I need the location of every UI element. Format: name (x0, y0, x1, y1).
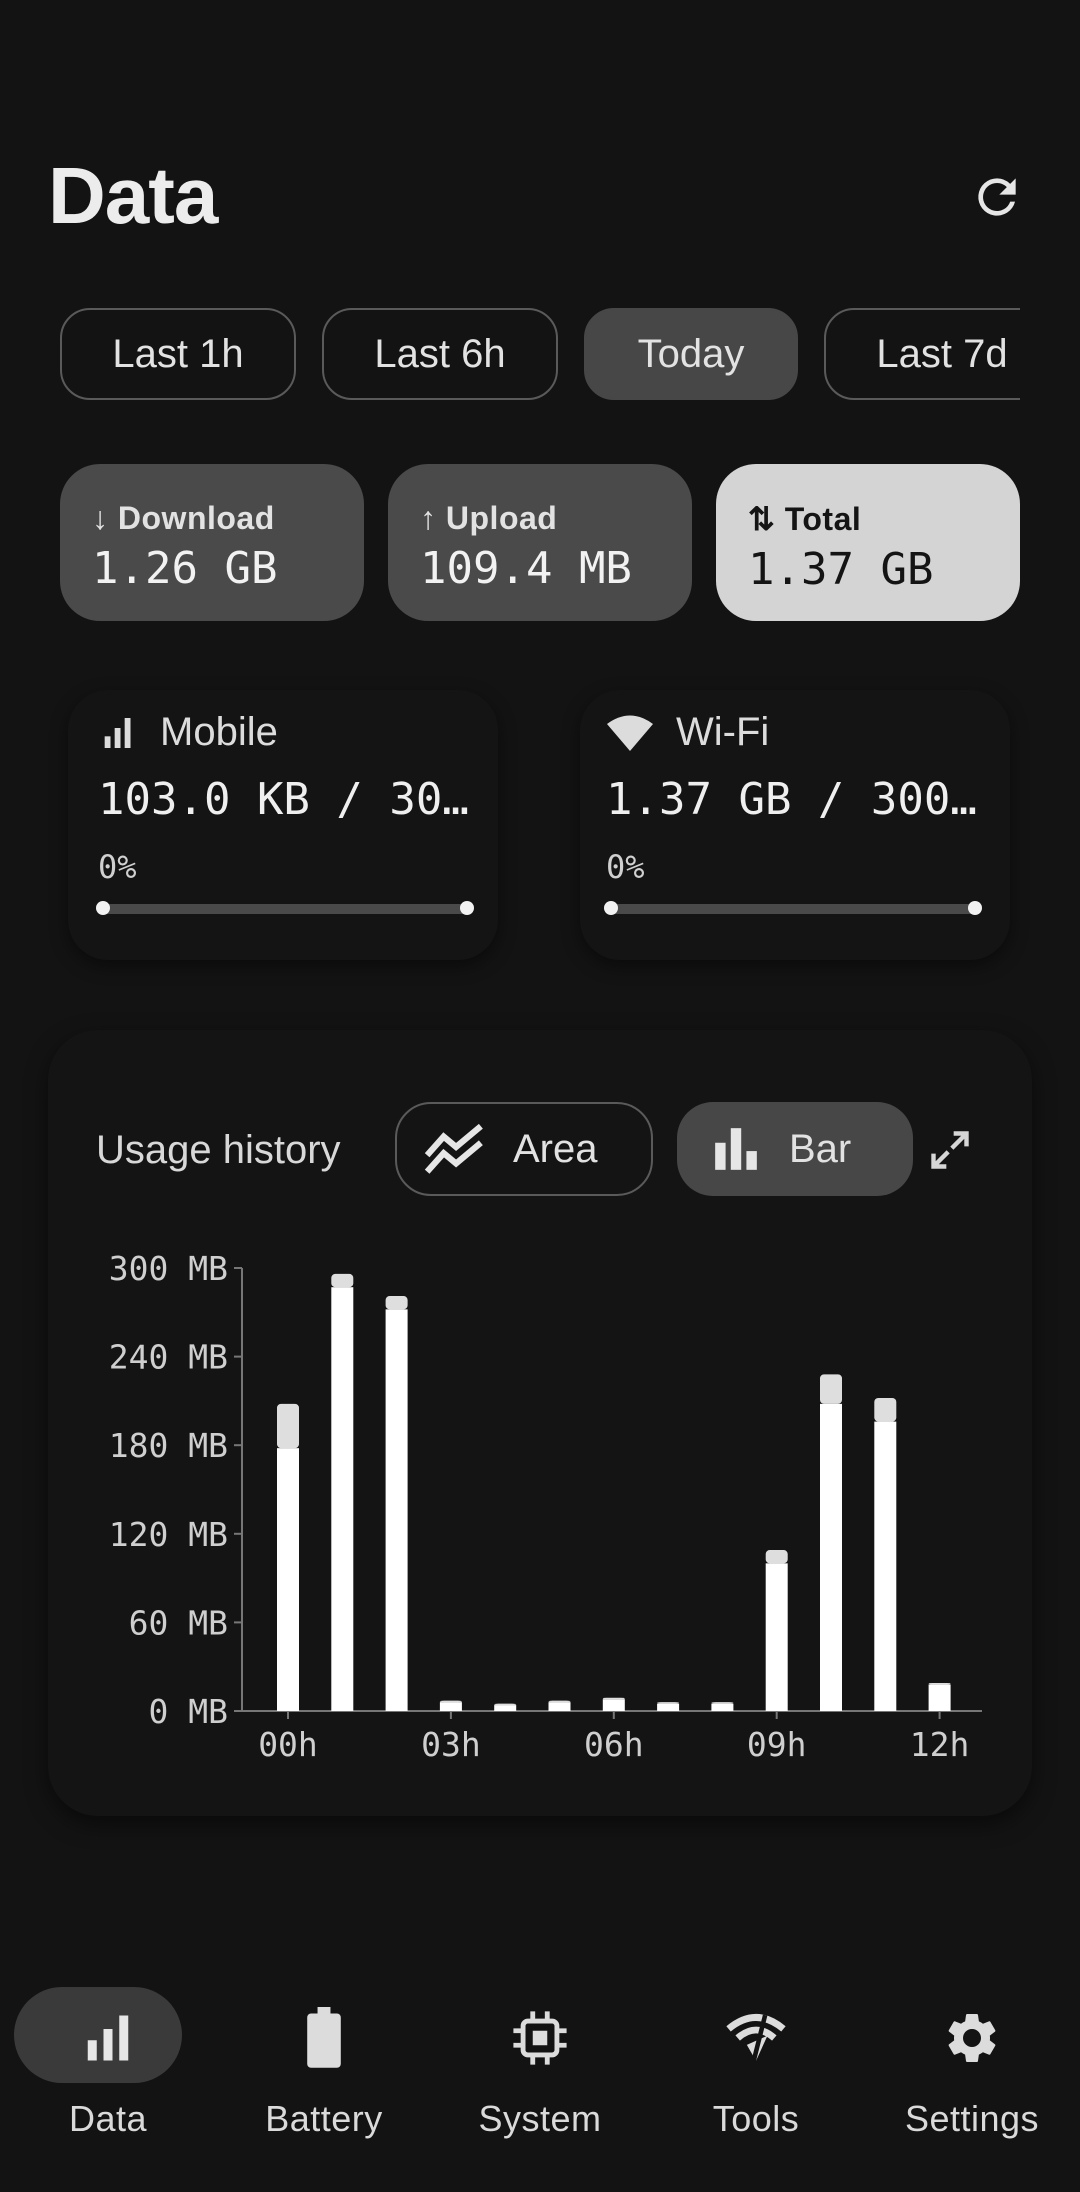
tools-icon (726, 2014, 786, 2062)
x-tick-label: 03h (421, 1725, 481, 1764)
usage-bar-chart: 300 MB 240 MB 180 MB 120 MB 60 MB 0 MB 00h 03h 0… (109, 1249, 982, 1764)
nav-label: Tools (712, 2098, 800, 2139)
range-label: Last 1h (112, 331, 244, 376)
refresh-button[interactable] (966, 166, 1028, 228)
bar-segment (602, 1697, 625, 1700)
bar-segment (820, 1374, 842, 1404)
progress-start-dot (96, 901, 110, 915)
y-tick-label: 0 MB (149, 1692, 228, 1731)
nav-label: Data (68, 2098, 148, 2139)
y-tick-label: 120 MB (109, 1515, 228, 1554)
y-tick-label: 300 MB (109, 1249, 228, 1288)
range-last-7d[interactable]: Last 7d (824, 308, 1020, 400)
bar-segment (874, 1421, 897, 1711)
nav-item-data[interactable]: Data (0, 1962, 216, 2192)
total-stat-card[interactable]: ⇅ Total 1.37 GB (716, 464, 1020, 621)
bar-segment (820, 1403, 842, 1711)
bar-segment (874, 1397, 897, 1422)
wifi-progress-bar (604, 901, 982, 915)
bar-segment (548, 1700, 571, 1703)
bar-segment (711, 1703, 734, 1711)
mobile-amount: 103.0 KB / 30… (98, 774, 469, 825)
nav-item-system[interactable]: System (432, 1962, 648, 2192)
y-tick-label: 180 MB (109, 1426, 228, 1465)
bar-segment (494, 1703, 517, 1706)
bar-segment (494, 1705, 517, 1711)
y-tick-label: 60 MB (129, 1603, 228, 1642)
chip-icon (513, 2011, 567, 2065)
nav-item-battery[interactable]: Battery (216, 1962, 432, 2192)
progress-end-dot (968, 901, 982, 915)
usage-history-card: Usage history Area Bar 300 MB 240 MB 180 M… (48, 1030, 1032, 1816)
bar-segment (602, 1699, 625, 1711)
bar-segment (385, 1296, 408, 1310)
range-selector: Last 1h Last 6h Today Last 7d (60, 308, 1020, 404)
progress-start-dot (604, 901, 618, 915)
bar-segment (657, 1703, 680, 1711)
bar-segment (439, 1702, 462, 1711)
upload-label: ↑ Upload (420, 500, 558, 536)
bar-segment (385, 1309, 408, 1711)
nav-item-settings[interactable]: Settings (864, 1962, 1080, 2192)
bar-segment (331, 1287, 354, 1711)
download-value: 1.26 GB (92, 543, 278, 594)
range-last-1h[interactable]: Last 1h (60, 308, 296, 400)
bar-segment (548, 1702, 571, 1711)
mobile-progress-bar (96, 901, 474, 915)
signal-bars-icon (104, 717, 131, 748)
y-tick-label: 240 MB (109, 1338, 228, 1377)
mobile-label: Mobile (160, 710, 278, 754)
x-tick-label: 06h (584, 1725, 644, 1764)
wifi-usage-card[interactable]: Wi-Fi 1.37 GB / 300… 0% (580, 690, 1010, 960)
range-label: Today (637, 331, 745, 376)
download-label: ↓ Download (92, 500, 275, 536)
bar-chart-icon (87, 2015, 129, 2061)
battery-icon (307, 2007, 341, 2068)
mobile-usage-card[interactable]: Mobile 103.0 KB / 30… 0% (68, 690, 498, 960)
bar-segment (657, 1702, 680, 1704)
range-today[interactable]: Today (584, 308, 798, 400)
bottom-navigation: Data Battery System Tools Settings (0, 1962, 1080, 2192)
nav-label: System (478, 2098, 602, 2139)
range-last-6h[interactable]: Last 6h (322, 308, 558, 400)
total-label: ⇅ Total (748, 501, 862, 537)
range-label: Last 6h (374, 331, 506, 376)
bar-segment (928, 1682, 951, 1685)
download-stat-card[interactable]: ↓ Download 1.26 GB (60, 464, 364, 621)
upload-stat-card[interactable]: ↑ Upload 109.4 MB (388, 464, 692, 621)
bar-segment (765, 1563, 788, 1711)
bar-segment (331, 1273, 354, 1288)
bar-segment (928, 1684, 951, 1711)
wifi-amount: 1.37 GB / 300… (606, 774, 977, 825)
bar-segment (277, 1403, 299, 1449)
total-value: 1.37 GB (748, 544, 934, 595)
bar-segment (277, 1448, 299, 1711)
mobile-percent: 0% (98, 848, 137, 886)
x-tick-label: 12h (910, 1725, 970, 1764)
progress-end-dot (460, 901, 474, 915)
bar-segment (711, 1702, 734, 1704)
page-title: Data (48, 151, 218, 240)
upload-value: 109.4 MB (420, 543, 632, 594)
bar-segment (439, 1700, 462, 1703)
x-tick-label: 00h (258, 1725, 318, 1764)
gear-icon (948, 2013, 996, 2062)
x-tick-label: 09h (747, 1725, 807, 1764)
refresh-icon (978, 178, 1016, 216)
nav-label: Settings (904, 2098, 1040, 2139)
range-label: Last 7d (876, 331, 1008, 376)
wifi-label: Wi-Fi (676, 710, 770, 754)
wifi-percent: 0% (606, 848, 645, 886)
bar-segment (765, 1550, 788, 1564)
nav-label: Battery (265, 2098, 383, 2139)
nav-item-tools[interactable]: Tools (648, 1962, 864, 2192)
wifi-icon (607, 715, 653, 751)
